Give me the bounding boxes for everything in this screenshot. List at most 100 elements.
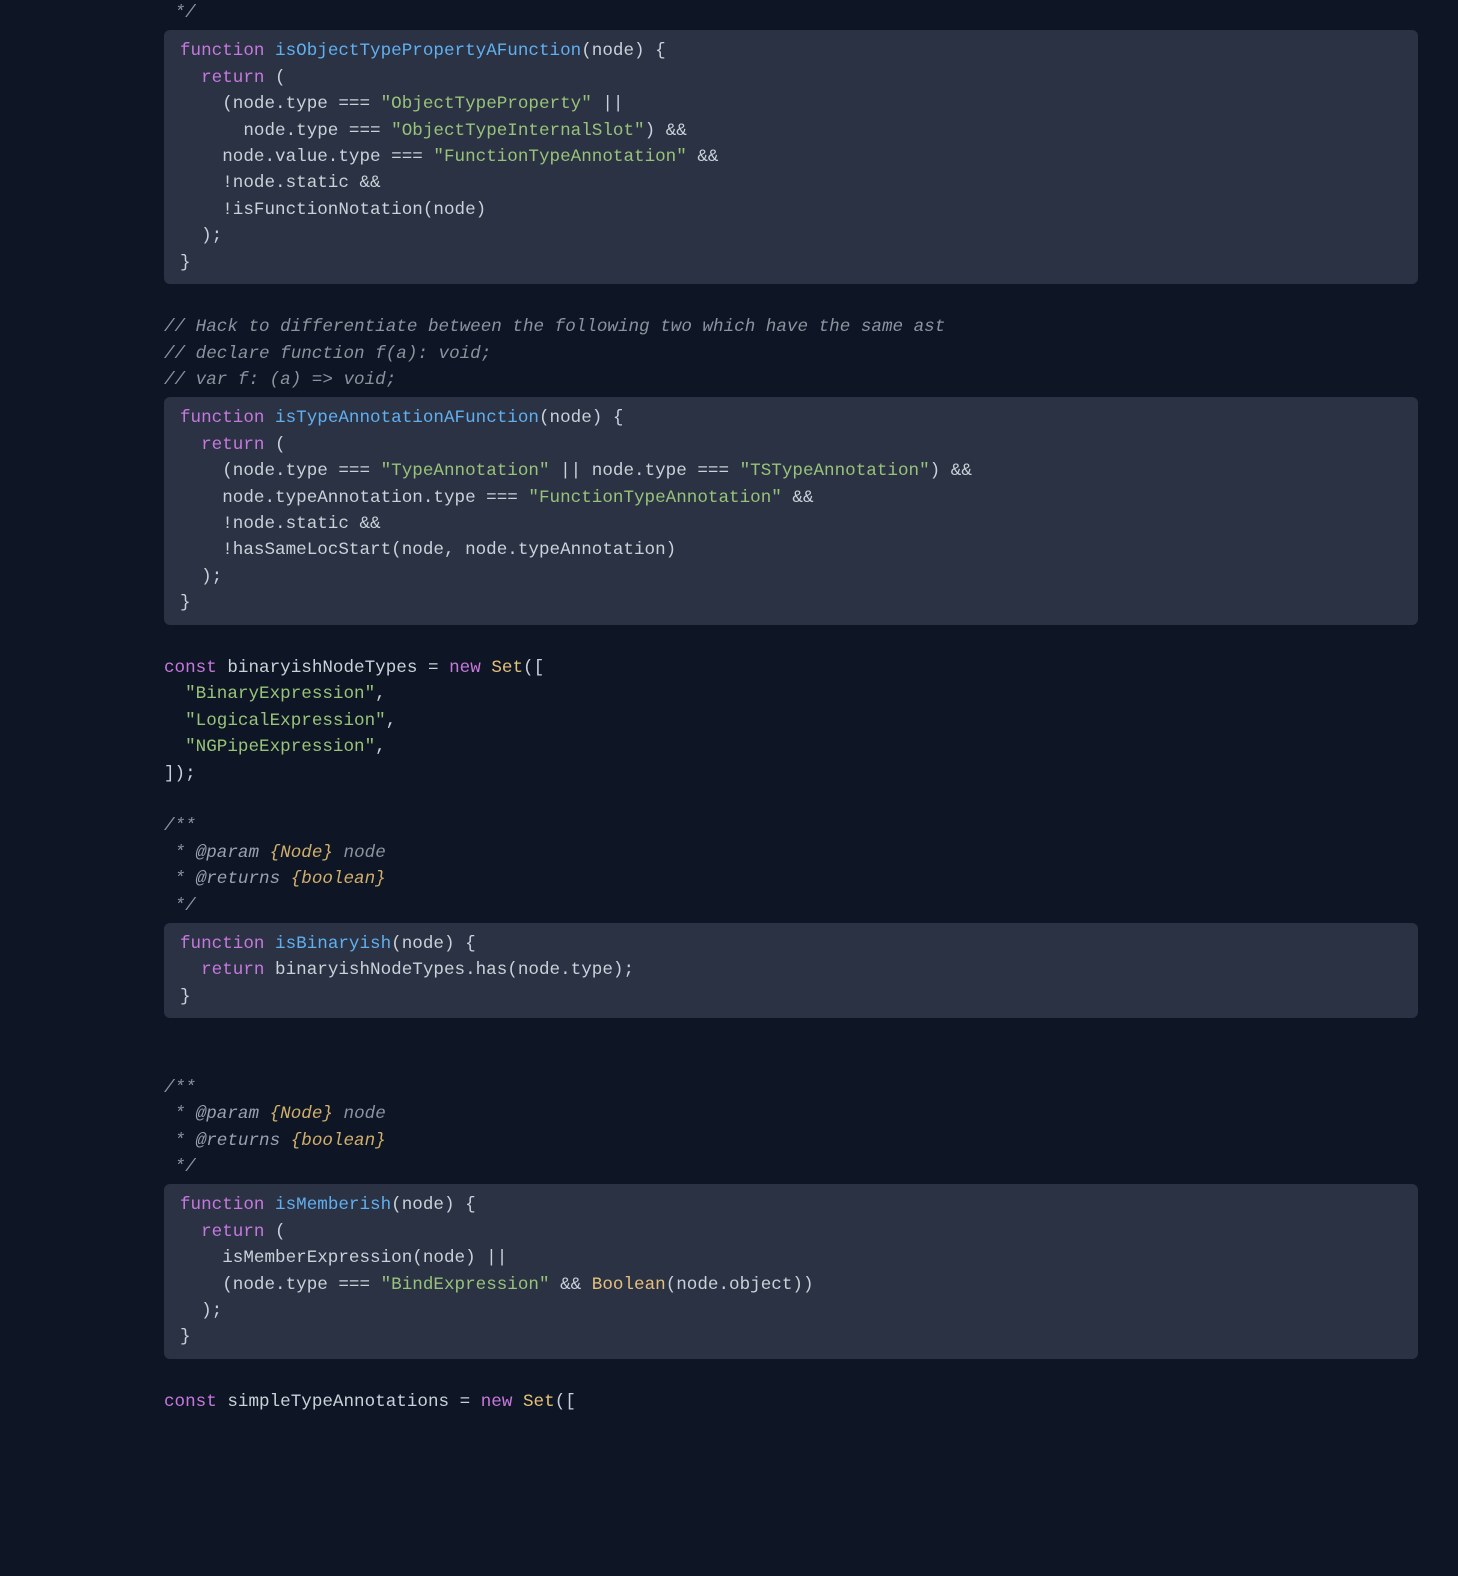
text: } [180,987,191,1007]
jsdoc-tag-returns: @returns [196,1131,280,1151]
jsdoc-type: {Node} [259,1104,343,1124]
code-line: "NGPipeExpression", [164,734,1418,760]
code-line: // declare function f(a): void; [164,341,1418,367]
keyword-return: return [180,1222,264,1242]
code-line: node.typeAnnotation.type === "FunctionTy… [180,485,1418,511]
text [481,658,492,678]
jsdoc-tag-param: @param [196,1104,259,1124]
code-line: (node.type === "ObjectTypeProperty" || [180,91,1418,117]
code-line [164,1363,1418,1389]
code-line [164,629,1418,655]
text: node.value.type === [180,147,433,167]
code-line [164,1022,1418,1048]
text: (node.type === [180,94,381,114]
function-name: isBinaryish [275,934,391,954]
text: ( [264,68,285,88]
keyword-function: function [180,41,264,61]
function-name: isTypeAnnotationAFunction [275,408,539,428]
code-line: const simpleTypeAnnotations = new Set([ [164,1389,1418,1415]
string-literal: "LogicalExpression" [185,711,386,731]
builtin-boolean: Boolean [592,1275,666,1295]
text: ) && [930,461,972,481]
text: !node.static && [180,514,381,534]
code-line [164,787,1418,813]
code-line: !node.static && [180,511,1418,537]
text: && [782,488,814,508]
code-line: ); [180,1298,1418,1324]
code-line: function isBinaryish(node) { [180,931,1418,957]
jsdoc-star: * [164,869,196,889]
string-literal: "ObjectTypeProperty" [381,94,592,114]
keyword-return: return [180,68,264,88]
jsdoc-type: {boolean} [280,869,386,889]
params: (node) { [391,934,475,954]
jsdoc-star: * [164,843,196,863]
jsdoc-tag-returns: @returns [196,869,280,889]
text: (node.type === [180,461,381,481]
code-line: */ [164,1154,1418,1180]
code-line: return binaryishNodeTypes.has(node.type)… [180,957,1418,983]
function-name: isMemberish [275,1195,391,1215]
text: , [386,711,397,731]
string-literal: "NGPipeExpression" [185,737,375,757]
text: || node.type === [550,461,740,481]
jsdoc-tag-param: @param [196,843,259,863]
text: (node.type === [180,1275,381,1295]
code-line: * @returns {boolean} [164,866,1418,892]
string-literal: "TSTypeAnnotation" [740,461,930,481]
text: ) && [645,121,687,141]
code-line: "LogicalExpression", [164,708,1418,734]
string-literal: "FunctionTypeAnnotation" [528,488,781,508]
keyword-function: function [180,1195,264,1215]
text: } [180,1327,191,1347]
code-line: * @returns {boolean} [164,1128,1418,1154]
comment: // declare function f(a): void; [164,344,491,364]
builtin-set: Set [491,658,523,678]
highlighted-function-block: function isMemberish(node) { return ( is… [164,1184,1418,1358]
highlighted-function-block: function isBinaryish(node) { return bina… [164,923,1418,1018]
code-line: /** [164,813,1418,839]
text: ); [180,567,222,587]
text: !hasSameLocStart(node, node.typeAnnotati… [180,540,676,560]
code-line: node.type === "ObjectTypeInternalSlot") … [180,118,1418,144]
code-line: isMemberExpression(node) || [180,1245,1418,1271]
code-line: ]); [164,761,1418,787]
text: ); [180,1301,222,1321]
jsdoc-type: {boolean} [280,1131,386,1151]
keyword-function: function [180,934,264,954]
code-line: } [180,250,1418,276]
params: (node) { [391,1195,475,1215]
jsdoc-param-name: node [344,843,386,863]
comment: // Hack to differentiate between the fol… [164,317,945,337]
code-line: // var f: (a) => void; [164,367,1418,393]
keyword-return: return [180,435,264,455]
text: ([ [523,658,544,678]
jsdoc-star: * [164,1131,196,1151]
text: } [180,593,191,613]
code-line: ); [180,564,1418,590]
text: && [687,147,719,167]
string-literal: "TypeAnnotation" [381,461,550,481]
highlighted-function-block: function isTypeAnnotationAFunction(node)… [164,397,1418,624]
jsdoc-type: {Node} [259,843,343,863]
string-literal: "BindExpression" [381,1275,550,1295]
text: node.typeAnnotation.type === [180,488,528,508]
code-line: !isFunctionNotation(node) [180,197,1418,223]
code-line: /** [164,1075,1418,1101]
code-line: } [180,590,1418,616]
code-line: (node.type === "TypeAnnotation" || node.… [180,458,1418,484]
text [512,1392,523,1412]
text: ( [264,1222,285,1242]
jsdoc-param-name: node [344,1104,386,1124]
text: !isFunctionNotation(node) [180,200,486,220]
code-line: */ [164,893,1418,919]
text: , [375,737,386,757]
text: !node.static && [180,173,381,193]
code-line: * @param {Node} node [164,1101,1418,1127]
text: isMemberExpression(node) || [180,1248,507,1268]
function-name: isObjectTypePropertyAFunction [275,41,581,61]
code-line: * @param {Node} node [164,840,1418,866]
jsdoc-start: /** [164,1078,196,1098]
keyword-return: return [180,960,264,980]
string-literal: "BinaryExpression" [185,684,375,704]
